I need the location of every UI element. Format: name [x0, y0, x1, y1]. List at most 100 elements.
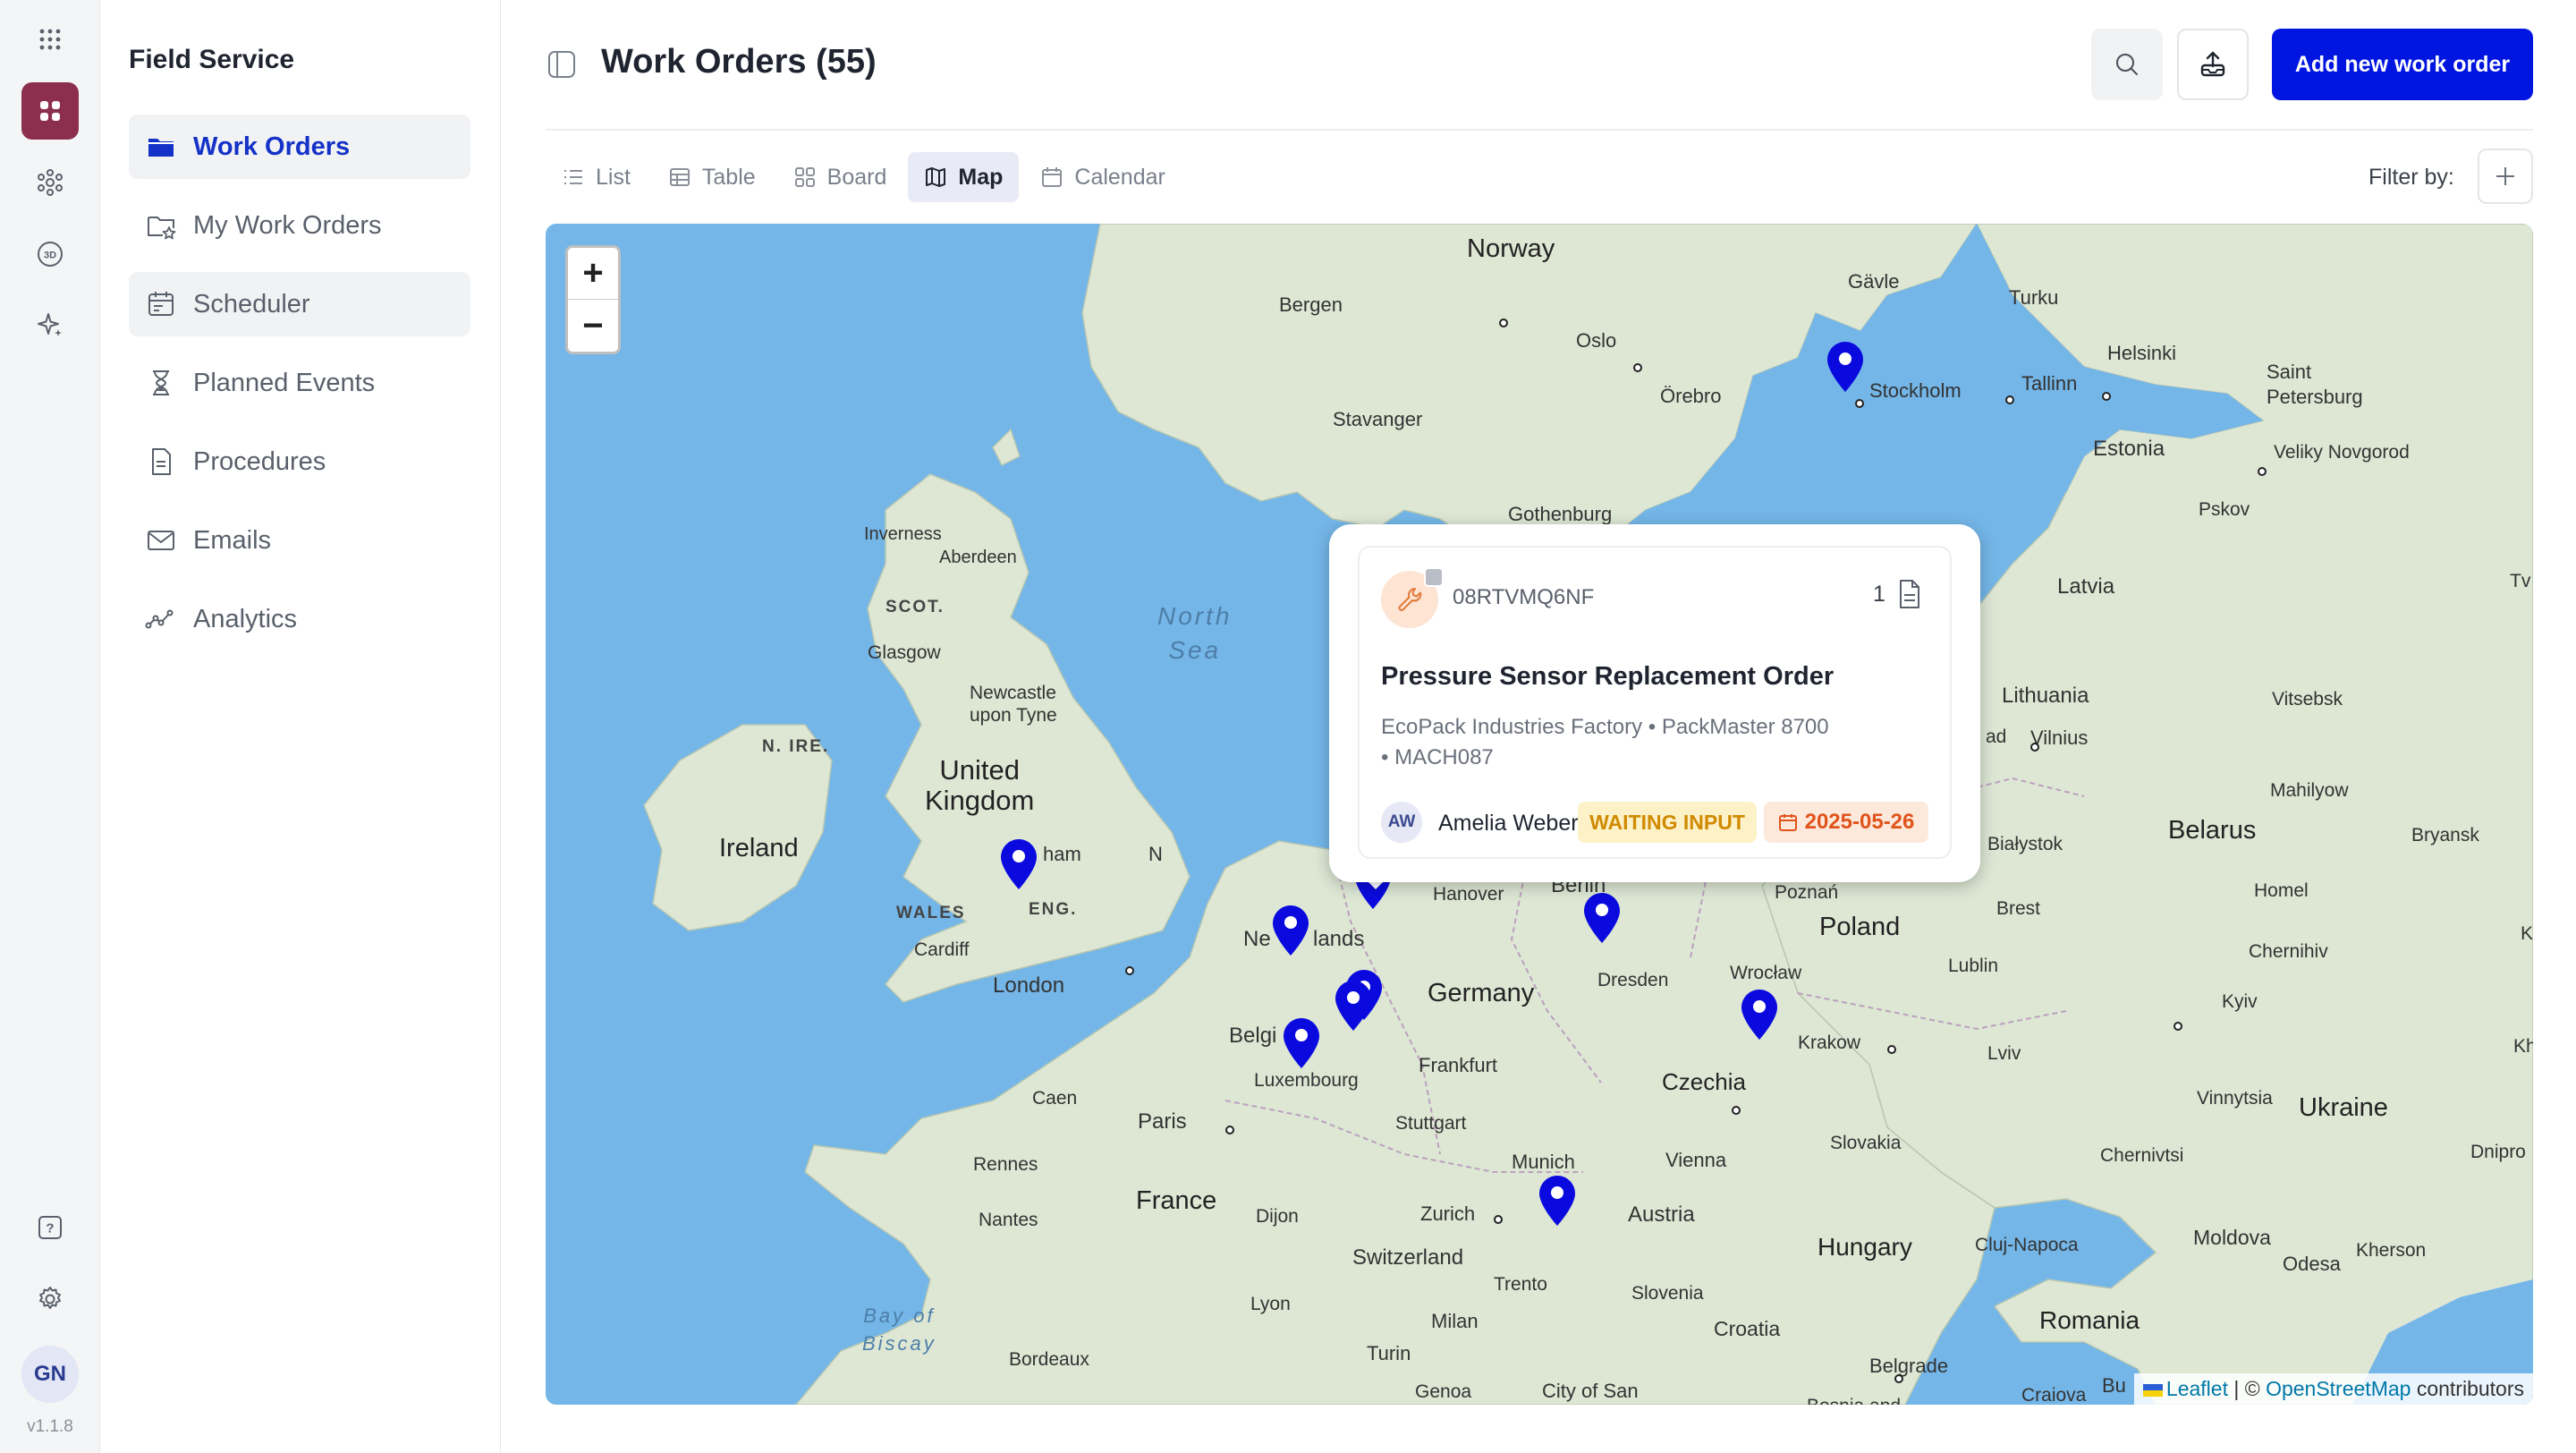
map-label: Lithuania: [2002, 684, 2089, 708]
category-badge-icon: [1424, 567, 1444, 587]
map-label: Stuttgart: [1395, 1113, 1467, 1134]
map-label: Odesa: [2283, 1253, 2341, 1275]
map-pin[interactable]: [1739, 988, 1780, 1043]
map-label: Croatia: [1714, 1317, 1781, 1340]
modules-icon[interactable]: [21, 82, 79, 140]
plus-icon: [2496, 167, 2514, 185]
view-switcher: List Table Board Map Calendar: [546, 152, 1187, 202]
zoom-out-button[interactable]: −: [568, 300, 618, 352]
zoom-in-button[interactable]: +: [568, 248, 618, 300]
map-label: Białystok: [1987, 834, 2063, 854]
map-pin[interactable]: [1537, 1174, 1578, 1229]
map-pin[interactable]: [1581, 891, 1623, 947]
map-label: London: [993, 973, 1065, 998]
map-label: Paris: [1138, 1109, 1187, 1134]
map-label: K: [2521, 923, 2533, 944]
map-label: N: [1148, 843, 1163, 865]
user-avatar[interactable]: GN: [21, 1346, 79, 1403]
analytics-icon: [145, 609, 174, 629]
map-pin[interactable]: [998, 837, 1039, 893]
map-label: Frankfurt: [1419, 1054, 1498, 1076]
map-label: Genoa: [1415, 1381, 1472, 1402]
help-icon[interactable]: ?: [21, 1199, 79, 1256]
ukraine-flag-icon: [2142, 1383, 2163, 1397]
sidebar-item-analytics[interactable]: Analytics: [129, 587, 470, 651]
page-title: Work Orders (55): [601, 43, 877, 81]
panel-toggle-icon[interactable]: [546, 48, 578, 81]
map-label: United Kingdom: [925, 754, 1035, 816]
folder-icon: [148, 139, 174, 157]
map-label: Dresden: [1597, 970, 1669, 990]
sidebar-item-my-work-orders[interactable]: My Work Orders: [129, 193, 470, 258]
search-button[interactable]: [2091, 29, 2163, 100]
sidebar-item-label: Scheduler: [193, 289, 310, 319]
map-label: North Sea: [1157, 602, 1233, 664]
map-label: Chernivtsi: [2100, 1145, 2184, 1166]
map-label: Bosnia and: [1807, 1396, 1901, 1405]
map-label: Ireland: [719, 834, 799, 862]
leaflet-link[interactable]: Leaflet: [2166, 1377, 2228, 1400]
map-label: Ne: [1243, 927, 1271, 951]
map-label: Gävle: [1848, 270, 1900, 293]
tab-calendar[interactable]: Calendar: [1024, 152, 1181, 202]
export-button[interactable]: [2177, 29, 2249, 100]
sidebar-item-procedures[interactable]: Procedures: [129, 429, 470, 494]
tab-board[interactable]: Board: [777, 152, 903, 202]
app-root: 3D ? GN v1.1.8 Field Service Work Orders…: [0, 0, 2576, 1453]
map-label: Stavanger: [1333, 408, 1423, 430]
due-date-badge: 2025-05-26: [1764, 802, 1928, 843]
map-label: Wrocław: [1730, 963, 1802, 983]
map-label: Slovakia: [1830, 1133, 1902, 1153]
map-label: Lviv: [1987, 1043, 2021, 1064]
map-label: Vinnytsia: [2197, 1088, 2273, 1109]
status-badge: WAITING INPUT: [1578, 802, 1757, 843]
map-label: Turku: [2009, 286, 2059, 309]
3d-icon[interactable]: 3D: [21, 225, 79, 283]
tab-list[interactable]: List: [546, 152, 647, 202]
work-order-card[interactable]: 08RTVMQ6NF 1 Pressure Sensor Replacement…: [1358, 546, 1952, 859]
hourglass-icon: [153, 370, 169, 395]
sidebar-item-scheduler[interactable]: Scheduler: [129, 272, 470, 336]
map-pin[interactable]: [1281, 1016, 1322, 1072]
attachment-document-icon[interactable]: [1894, 578, 1925, 610]
map-label: Czechia: [1662, 1068, 1746, 1095]
map-label: lands: [1313, 927, 1365, 951]
search-icon: [2116, 54, 2138, 75]
map-pin[interactable]: [1825, 340, 1866, 395]
attachment-count: 1: [1873, 582, 1885, 607]
map-label: Latvia: [2057, 574, 2115, 599]
table-icon: [669, 168, 690, 186]
osm-link[interactable]: OpenStreetMap: [2266, 1377, 2411, 1400]
sidebar-item-emails[interactable]: Emails: [129, 508, 470, 573]
map-label: Cluj-Napoca: [1975, 1235, 2079, 1255]
work-order-title: Pressure Sensor Replacement Order: [1381, 662, 1835, 691]
map-label: Vienna: [1665, 1149, 1727, 1171]
map-pin[interactable]: [1270, 904, 1311, 959]
gear-icon[interactable]: [21, 1270, 79, 1328]
zoom-control: + −: [565, 245, 621, 354]
map-label: Kh: [2513, 1036, 2533, 1057]
map-label: Tv: [2510, 571, 2531, 591]
sidebar-item-label: Planned Events: [193, 368, 376, 397]
sidebar-item-work-orders[interactable]: Work Orders: [129, 115, 470, 179]
work-order-map[interactable]: + − Norway Bergen Oslo Stavanger Gävle T…: [546, 224, 2533, 1405]
add-filter-button[interactable]: [2478, 149, 2533, 204]
add-work-order-button[interactable]: Add new work order: [2272, 29, 2533, 100]
map-label: Romania: [2039, 1306, 2140, 1334]
upload-tray-icon: [2200, 51, 2225, 77]
sparkle-icon[interactable]: [21, 297, 79, 354]
sidebar-item-planned-events[interactable]: Planned Events: [129, 351, 470, 415]
map-label: Belgi: [1229, 1024, 1277, 1048]
map-attribution: Leaflet | © OpenStreetMap contributors: [2133, 1373, 2533, 1405]
map-label: Milan: [1431, 1310, 1479, 1332]
map-label: Aberdeen: [939, 548, 1017, 567]
tab-table[interactable]: Table: [652, 152, 772, 202]
network-icon[interactable]: [21, 154, 79, 211]
map-label: Cardiff: [914, 939, 970, 960]
apps-grid-icon[interactable]: [21, 11, 79, 68]
tab-map[interactable]: Map: [908, 152, 1020, 202]
map-pin[interactable]: [1333, 979, 1374, 1034]
app-version: v1.1.8: [27, 1417, 73, 1436]
calendar-icon: [1778, 814, 1797, 831]
map-label: Glasgow: [868, 642, 941, 663]
